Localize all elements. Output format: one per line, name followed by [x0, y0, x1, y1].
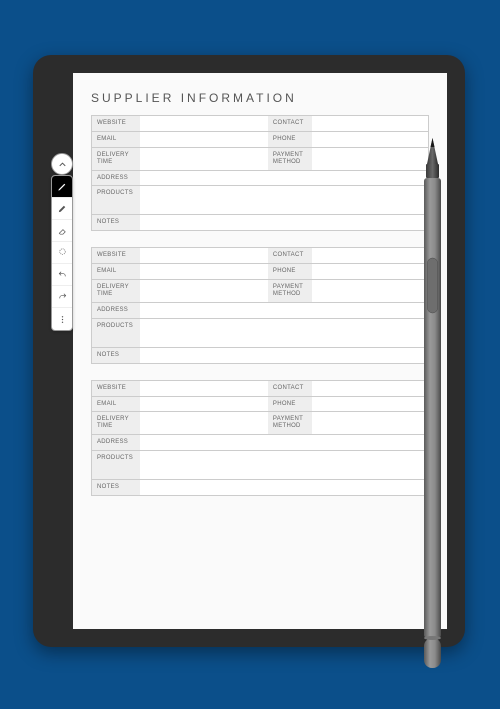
label-products: PRODUCTS — [92, 451, 140, 479]
field-payment-method[interactable] — [312, 412, 428, 434]
field-notes[interactable] — [140, 215, 428, 230]
pen-icon — [57, 181, 68, 192]
label-email: EMAIL — [92, 264, 140, 279]
label-notes: NOTES — [92, 480, 140, 495]
undo-icon — [57, 269, 68, 280]
field-delivery-time[interactable] — [140, 280, 268, 302]
label-website: WEBSITE — [92, 116, 140, 131]
document-page: SUPPLIER INFORMATION WEBSITE CONTACT EMA… — [73, 73, 447, 524]
label-website: WEBSITE — [92, 248, 140, 263]
field-contact[interactable] — [312, 116, 428, 131]
field-contact[interactable] — [312, 248, 428, 263]
label-contact: CONTACT — [268, 248, 312, 263]
field-products[interactable] — [140, 319, 428, 347]
field-website[interactable] — [140, 116, 268, 131]
field-phone[interactable] — [312, 132, 428, 147]
field-payment-method[interactable] — [312, 148, 428, 170]
lasso-icon — [57, 247, 68, 258]
label-products: PRODUCTS — [92, 186, 140, 214]
field-email[interactable] — [140, 132, 268, 147]
label-address: ADDRESS — [92, 303, 140, 318]
more-tool[interactable] — [52, 308, 72, 330]
marker-tool[interactable] — [52, 198, 72, 220]
field-products[interactable] — [140, 451, 428, 479]
field-email[interactable] — [140, 264, 268, 279]
field-address[interactable] — [140, 303, 428, 318]
label-delivery-time: DELIVERY TIME — [92, 412, 140, 434]
field-delivery-time[interactable] — [140, 148, 268, 170]
label-email: EMAIL — [92, 132, 140, 147]
field-notes[interactable] — [140, 480, 428, 495]
pen-tool[interactable] — [52, 176, 72, 198]
label-delivery-time: DELIVERY TIME — [92, 280, 140, 302]
label-products: PRODUCTS — [92, 319, 140, 347]
label-contact: CONTACT — [268, 116, 312, 131]
field-phone[interactable] — [312, 264, 428, 279]
field-contact[interactable] — [312, 381, 428, 396]
more-vertical-icon — [57, 314, 68, 325]
label-email: EMAIL — [92, 397, 140, 412]
toolbar-collapse-button[interactable] — [51, 153, 73, 175]
eraser-tool[interactable] — [52, 220, 72, 242]
supplier-block: WEBSITE CONTACT EMAIL PHONE DELIVERY TIM… — [91, 247, 429, 363]
label-contact: CONTACT — [268, 381, 312, 396]
redo-tool[interactable] — [52, 286, 72, 308]
label-delivery-time: DELIVERY TIME — [92, 148, 140, 170]
page-title: SUPPLIER INFORMATION — [91, 91, 429, 105]
field-notes[interactable] — [140, 348, 428, 363]
field-address[interactable] — [140, 171, 428, 186]
lasso-tool[interactable] — [52, 242, 72, 264]
label-notes: NOTES — [92, 215, 140, 230]
field-address[interactable] — [140, 435, 428, 450]
label-notes: NOTES — [92, 348, 140, 363]
label-phone: PHONE — [268, 264, 312, 279]
label-phone: PHONE — [268, 397, 312, 412]
label-address: ADDRESS — [92, 171, 140, 186]
label-address: ADDRESS — [92, 435, 140, 450]
label-website: WEBSITE — [92, 381, 140, 396]
undo-tool[interactable] — [52, 264, 72, 286]
chevron-up-icon — [57, 159, 68, 170]
field-email[interactable] — [140, 397, 268, 412]
label-phone: PHONE — [268, 132, 312, 147]
field-delivery-time[interactable] — [140, 412, 268, 434]
drawing-toolbar — [51, 175, 73, 331]
marker-icon — [57, 203, 68, 214]
label-payment-method: PAYMENT METHOD — [268, 412, 312, 434]
eraser-icon — [57, 225, 68, 236]
redo-icon — [57, 291, 68, 302]
supplier-block: WEBSITE CONTACT EMAIL PHONE DELIVERY TIM… — [91, 380, 429, 496]
field-payment-method[interactable] — [312, 280, 428, 302]
field-website[interactable] — [140, 248, 268, 263]
tablet-screen: SUPPLIER INFORMATION WEBSITE CONTACT EMA… — [73, 73, 447, 629]
field-website[interactable] — [140, 381, 268, 396]
field-phone[interactable] — [312, 397, 428, 412]
label-payment-method: PAYMENT METHOD — [268, 280, 312, 302]
label-payment-method: PAYMENT METHOD — [268, 148, 312, 170]
field-products[interactable] — [140, 186, 428, 214]
supplier-block: WEBSITE CONTACT EMAIL PHONE DELIVERY TIM… — [91, 115, 429, 231]
tablet-device: SUPPLIER INFORMATION WEBSITE CONTACT EMA… — [33, 55, 465, 647]
